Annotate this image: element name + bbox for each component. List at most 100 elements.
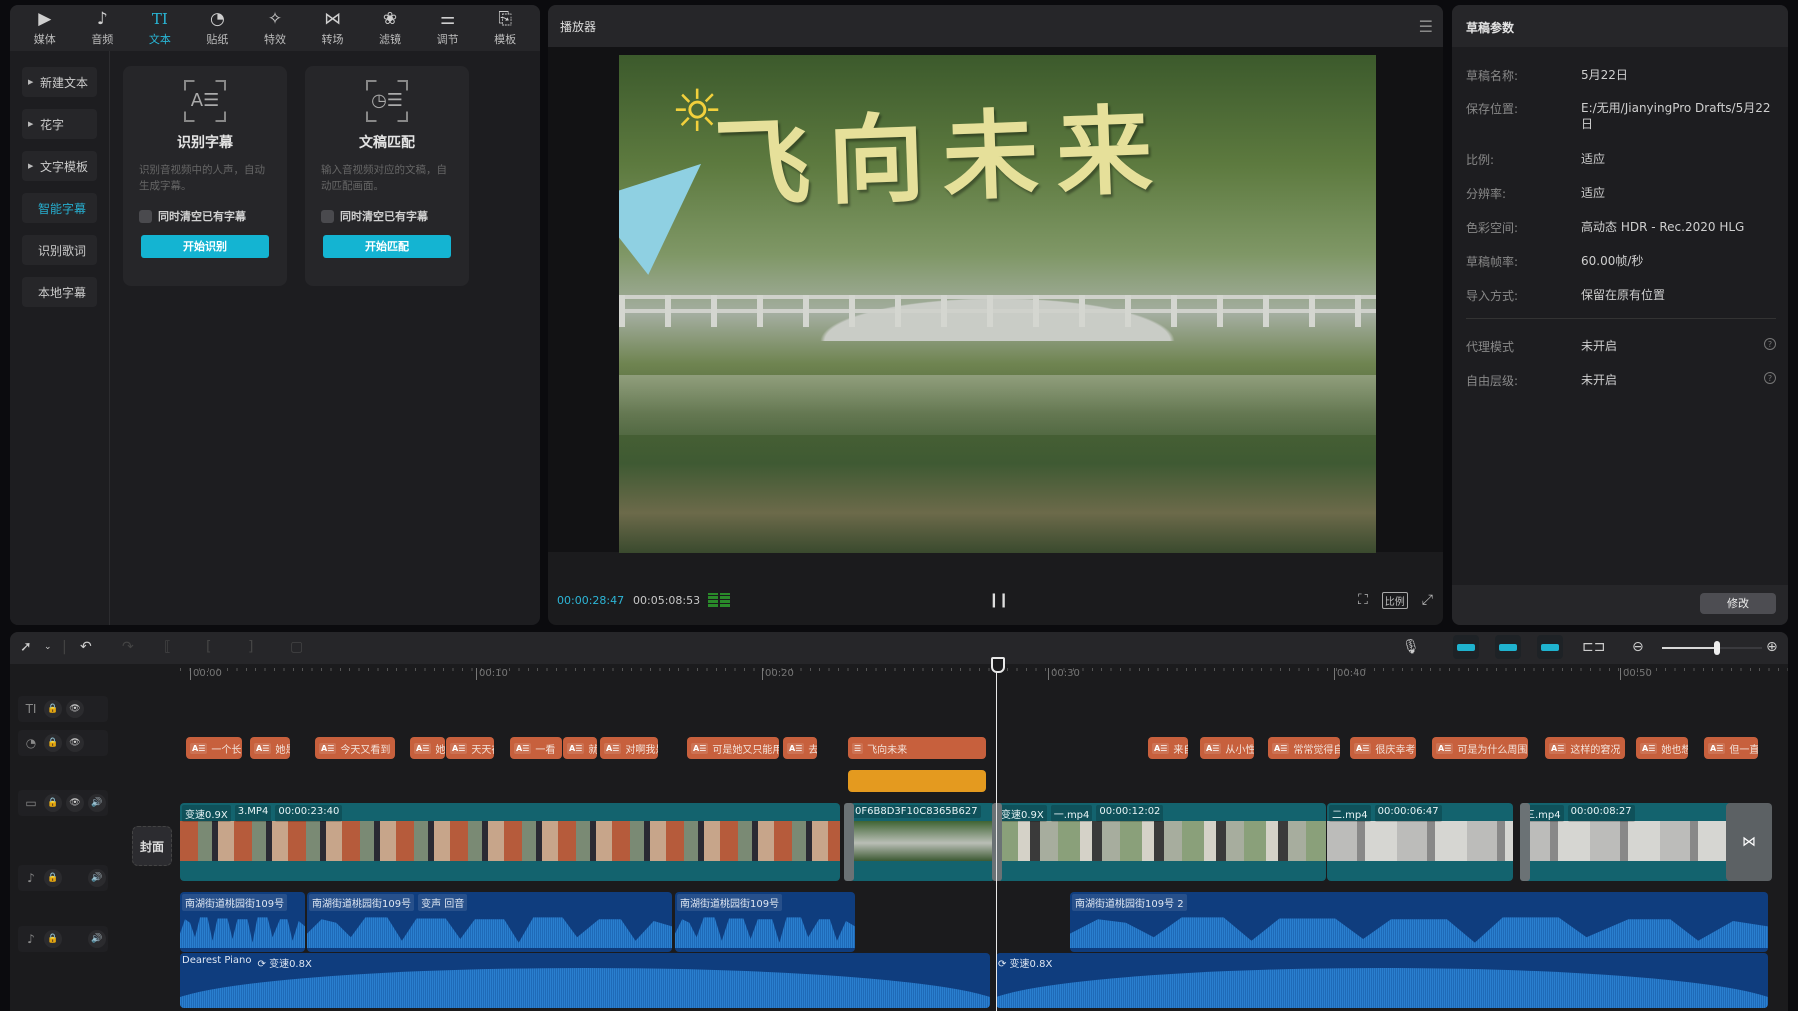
tab-transition[interactable]: ⋈ 转场 — [307, 10, 359, 47]
text-icon: TI — [151, 9, 168, 28]
undo-icon[interactable]: ↶ — [80, 639, 92, 655]
text-clip[interactable]: A☰她是 — [410, 737, 445, 759]
clear-existing-checkbox[interactable]: 同时清空已有字幕 — [123, 208, 287, 224]
preview-axis-icon[interactable]: ⊏⊐ — [1582, 639, 1605, 655]
text-clip[interactable]: A☰ 可是她又只能用 — [687, 737, 779, 759]
sticker-clip[interactable] — [848, 770, 986, 792]
text-clip[interactable]: A☰ 她也想 — [1636, 737, 1688, 759]
split-icon[interactable]: ⟦ — [164, 639, 171, 655]
tab-filter[interactable]: ❀ 滤镜 — [364, 10, 416, 47]
pause-button[interactable]: ❙❙ — [988, 592, 1010, 608]
ratio-button[interactable]: 比例 — [1381, 591, 1408, 609]
video-preview[interactable]: ☼ 飞向未来 — [548, 47, 1443, 553]
video-clip[interactable]: 变速0.9X 3.MP4 00:00:23:40 — [180, 803, 840, 881]
help-icon[interactable]: ? — [1764, 372, 1776, 384]
subtitle-recognize-icon: A☰ — [184, 80, 226, 122]
tab-media[interactable]: ▶ 媒体 — [19, 10, 71, 47]
trim-left-icon[interactable]: [ — [206, 639, 211, 655]
start-recognize-button[interactable]: 开始识别 — [141, 235, 269, 258]
text-clip[interactable]: A☰ 去 — [783, 737, 817, 759]
nav-smart-subtitle[interactable]: 智能字幕 — [22, 193, 97, 223]
overlay-title-text[interactable]: 飞向未来 — [712, 72, 1173, 227]
timeline-zoom-slider[interactable] — [1662, 641, 1762, 655]
text-clip[interactable]: A☰天天在 — [446, 737, 494, 759]
eye-icon[interactable]: 👁 — [66, 734, 84, 752]
checkbox-box[interactable] — [321, 209, 334, 223]
text-clip[interactable]: A☰ 很庆幸考 — [1350, 737, 1416, 759]
clip-trim-handle[interactable] — [844, 803, 854, 881]
playhead[interactable] — [991, 657, 1005, 1011]
video-clip[interactable]: 三.mp4 00:00:08:27 — [1520, 803, 1738, 881]
nav-fancy-text[interactable]: ▶ 花字 — [22, 109, 97, 139]
text-clip[interactable]: A☰来自 — [1148, 737, 1188, 759]
linkage-button[interactable] — [1537, 635, 1563, 659]
title-text-clip[interactable]: ☰ 飞向未来 — [848, 737, 986, 759]
nav-text-template[interactable]: ▶ 文字模板 — [22, 151, 97, 181]
menu-icon[interactable]: ☰ — [1419, 17, 1433, 36]
speaker-icon[interactable]: 🔊 — [88, 930, 106, 948]
help-icon[interactable]: ? — [1764, 338, 1776, 350]
clip-trim-handle[interactable] — [992, 803, 1002, 881]
main-track-magnet-button[interactable] — [1453, 635, 1479, 659]
redo-icon[interactable]: ↷ — [122, 639, 134, 655]
text-clip[interactable]: A☰她是 — [250, 737, 290, 759]
modify-button[interactable]: 修改 — [1700, 593, 1776, 614]
nav-lyrics-recognition[interactable]: 识别歌词 — [22, 235, 97, 265]
audio-clip[interactable]: 南湖街道桃园街109号 — [180, 892, 305, 952]
music-clip[interactable]: Dearest Piano ⟳ 变速0.8X — [180, 953, 990, 1008]
video-clip[interactable]: 0F6B8D3F10C8365B627 — [850, 803, 995, 881]
nav-new-text[interactable]: ▶ 新建文本 — [22, 67, 97, 97]
fit-view-icon[interactable]: ⛶ — [1358, 592, 1368, 608]
speaker-icon[interactable]: 🔊 — [88, 869, 106, 887]
text-clip[interactable]: A☰ 但一直 — [1704, 737, 1758, 759]
transition-icon[interactable]: ⋈ — [1726, 803, 1772, 881]
text-clip[interactable]: A☰ 从小性 — [1200, 737, 1254, 759]
slider-knob[interactable] — [1714, 641, 1720, 655]
text-clip[interactable]: A☰对啊我是 — [600, 737, 658, 759]
auto-snap-button[interactable] — [1495, 635, 1521, 659]
timeline-ruler[interactable]: 00:00 00:10 00:20 00:30 00:40 00:50 — [180, 664, 1788, 686]
checkbox-box[interactable] — [139, 209, 152, 223]
text-clip[interactable]: A☰ 常常觉得自 — [1268, 737, 1340, 759]
text-clip[interactable]: A☰ 今天又看到 — [315, 737, 395, 759]
clip-trim-handle[interactable] — [1520, 803, 1530, 881]
zoom-out-icon[interactable]: ⊖ — [1632, 639, 1644, 655]
tab-sticker[interactable]: ◔ 贴纸 — [191, 10, 243, 47]
clear-existing-checkbox[interactable]: 同时清空已有字幕 — [305, 208, 469, 224]
lock-icon[interactable]: 🔒 — [44, 794, 62, 812]
lock-icon[interactable]: 🔒 — [44, 734, 62, 752]
lock-icon[interactable]: 🔒 — [44, 869, 62, 887]
eye-icon[interactable]: 👁 — [66, 700, 84, 718]
lock-icon[interactable]: 🔒 — [44, 700, 62, 718]
text-clip[interactable]: A☰ 这样的窘况 — [1545, 737, 1625, 759]
tab-audio[interactable]: ♪ 音频 — [76, 10, 128, 47]
tab-template[interactable]: ⎘ 模板 — [479, 10, 531, 47]
text-clip[interactable]: A☰ 可是为什么周围 — [1432, 737, 1528, 759]
tab-text[interactable]: TI 文本 — [134, 10, 186, 47]
text-clip[interactable]: A☰ 就 — [563, 737, 597, 759]
microphone-icon[interactable]: 🎙 — [1402, 639, 1420, 655]
tab-effects[interactable]: ✧ 特效 — [249, 10, 301, 47]
ruler-tick: 00:40 — [1334, 668, 1366, 680]
text-clip[interactable]: A☰ 一个长 — [186, 737, 242, 759]
start-match-button[interactable]: 开始匹配 — [323, 235, 451, 258]
trim-right-icon[interactable]: ] — [248, 639, 253, 655]
zoom-in-icon[interactable]: ⊕ — [1766, 639, 1778, 655]
chevron-down-icon[interactable]: ⌄ — [44, 642, 52, 652]
fullscreen-icon[interactable]: ⤢ — [1422, 592, 1433, 608]
audio-clip[interactable]: 南湖街道桃园街109号 2 — [1070, 892, 1768, 952]
lock-icon[interactable]: 🔒 — [44, 930, 62, 948]
speaker-icon[interactable]: 🔊 — [88, 794, 106, 812]
text-clip[interactable]: A☰ 一看 — [510, 737, 562, 759]
audio-clip[interactable]: 南湖街道桃园街109号 变声 回音 — [307, 892, 672, 952]
select-tool-icon[interactable]: ➚ — [20, 639, 32, 655]
tab-adjust[interactable]: ⚌ 调节 — [422, 10, 474, 47]
audio-clip[interactable]: 南湖街道桃园街109号 — [675, 892, 855, 952]
music-clip[interactable]: ⟳ 变速0.8X — [996, 953, 1768, 1008]
nav-local-subtitle[interactable]: 本地字幕 — [22, 277, 97, 307]
delete-icon[interactable]: ▢ — [290, 639, 303, 655]
eye-icon[interactable]: 👁 — [66, 794, 84, 812]
video-clip[interactable]: 变速0.9X 一.mp4 00:00:12:02 — [996, 803, 1326, 881]
video-clip[interactable]: 二.mp4 00:00:06:47 — [1327, 803, 1513, 881]
cover-button[interactable]: 封面 — [132, 826, 172, 866]
